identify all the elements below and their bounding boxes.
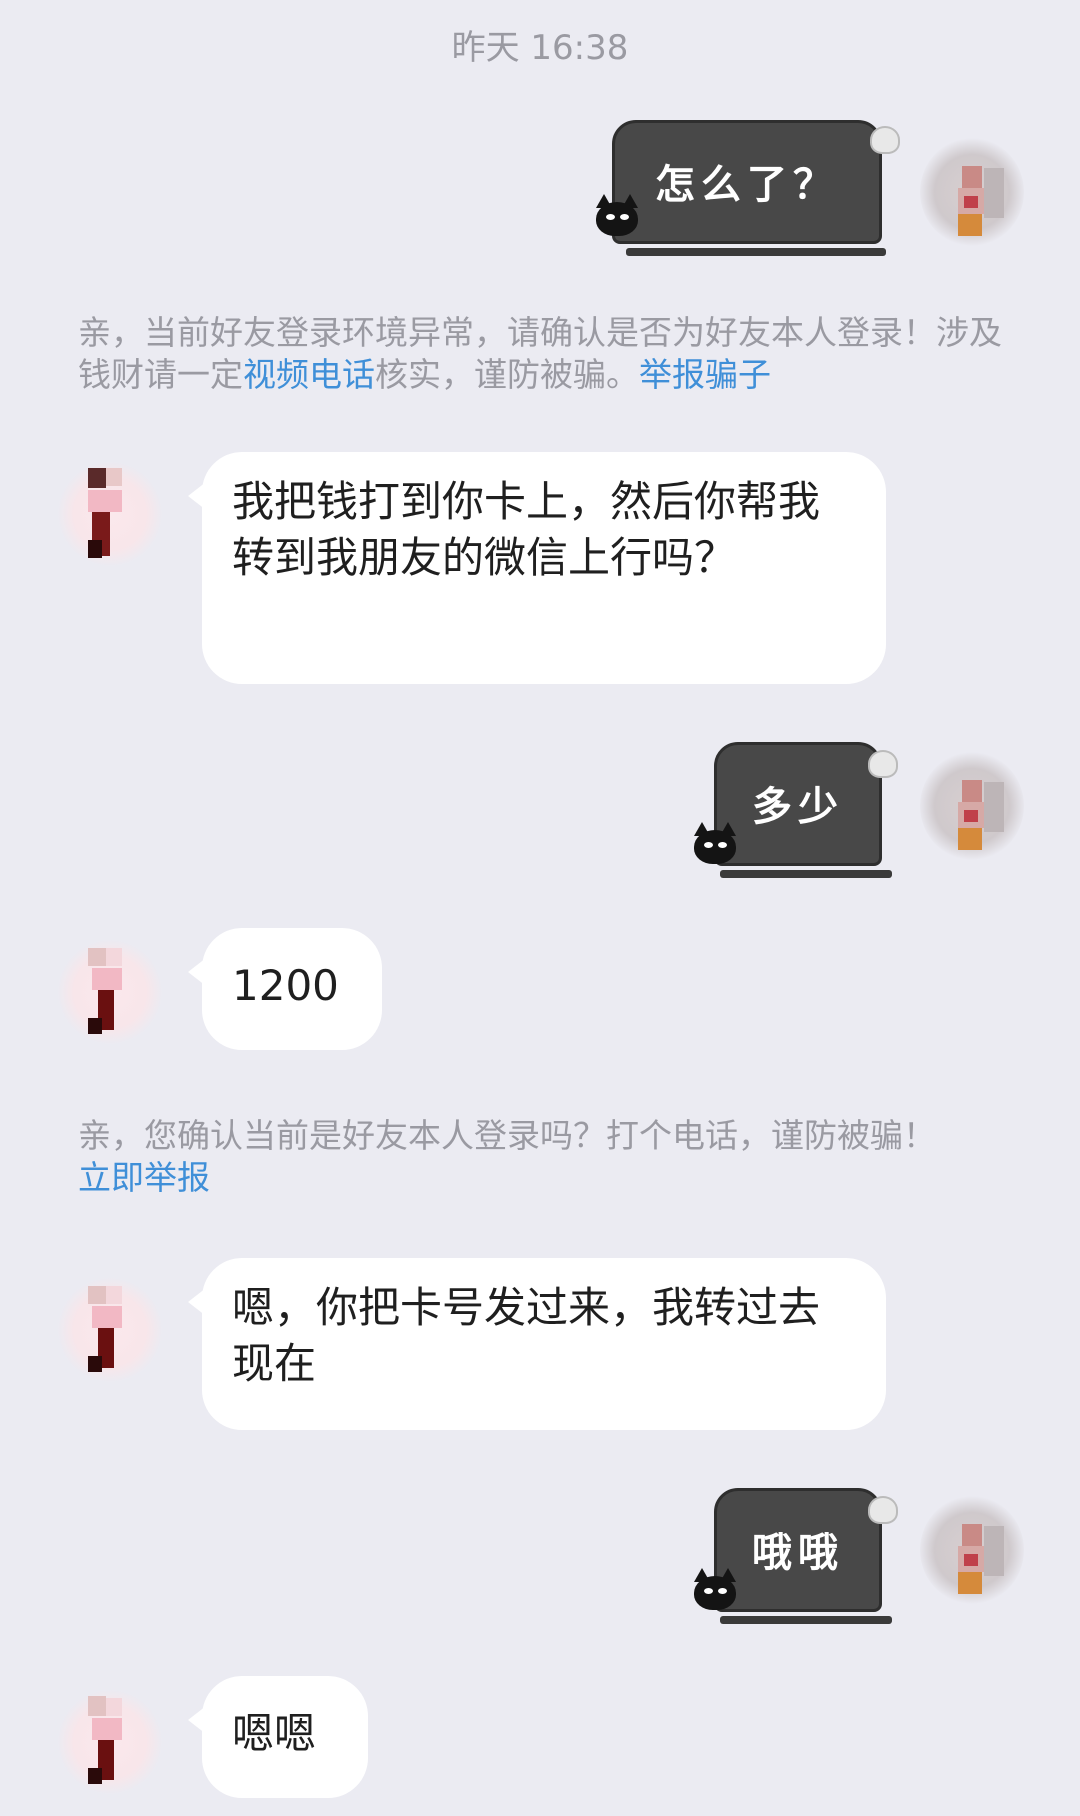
self-avatar[interactable] bbox=[920, 138, 1024, 246]
received-message[interactable]: 1200 bbox=[188, 928, 382, 1050]
notice-text: 核实，谨防被骗。 bbox=[375, 355, 639, 394]
contact-avatar[interactable] bbox=[58, 1688, 162, 1796]
black-cat-icon bbox=[690, 1566, 740, 1614]
contact-avatar[interactable] bbox=[58, 460, 162, 568]
sticker-message[interactable]: 多少 bbox=[690, 742, 902, 878]
bubble-tail bbox=[188, 482, 206, 510]
bubble-tail bbox=[188, 1288, 206, 1316]
report-now-link[interactable]: 立即举报 bbox=[78, 1158, 210, 1197]
ghost-icon bbox=[870, 126, 900, 154]
report-scammer-link[interactable]: 举报骗子 bbox=[639, 355, 771, 394]
black-cat-icon bbox=[690, 820, 740, 868]
sticker-message[interactable]: 怎么了？ bbox=[592, 120, 900, 256]
message-text: 嗯，你把卡号发过来，我转过去现在 bbox=[232, 1283, 821, 1388]
video-call-link[interactable]: 视频电话 bbox=[243, 355, 375, 394]
security-notice: 亲，当前好友登录环境异常，请确认是否为好友本人登录！涉及钱财请一定视频电话核实，… bbox=[78, 312, 1018, 396]
message-text: 我把钱打到你卡上，然后你帮我转到我朋友的微信上行吗？ bbox=[232, 477, 821, 582]
black-cat-icon bbox=[592, 192, 642, 240]
ghost-icon bbox=[868, 1496, 898, 1524]
ghost-icon bbox=[868, 750, 898, 778]
notice-text: 亲，您确认当前是好友本人登录吗？打个电话，谨防被骗！ bbox=[78, 1116, 936, 1155]
received-message[interactable]: 嗯嗯 bbox=[188, 1676, 368, 1798]
bubble-tail bbox=[188, 1706, 206, 1734]
bubble-tail bbox=[188, 958, 206, 986]
self-avatar[interactable] bbox=[920, 752, 1024, 860]
message-text: 1200 bbox=[232, 961, 339, 1010]
contact-avatar[interactable] bbox=[58, 938, 162, 1046]
received-message[interactable]: 嗯，你把卡号发过来，我转过去现在 bbox=[188, 1258, 886, 1430]
message-text: 嗯嗯 bbox=[232, 1709, 317, 1758]
sticker-message[interactable]: 哦哦 bbox=[690, 1488, 902, 1624]
contact-avatar[interactable] bbox=[58, 1276, 162, 1384]
self-avatar[interactable] bbox=[920, 1496, 1024, 1604]
message-timestamp: 昨天 16:38 bbox=[451, 28, 629, 68]
security-notice: 亲，您确认当前是好友本人登录吗？打个电话，谨防被骗！ 立即举报 bbox=[78, 1115, 1018, 1199]
sticker-text: 怎么了？ bbox=[655, 161, 839, 208]
received-message[interactable]: 我把钱打到你卡上，然后你帮我转到我朋友的微信上行吗？ bbox=[188, 452, 886, 684]
